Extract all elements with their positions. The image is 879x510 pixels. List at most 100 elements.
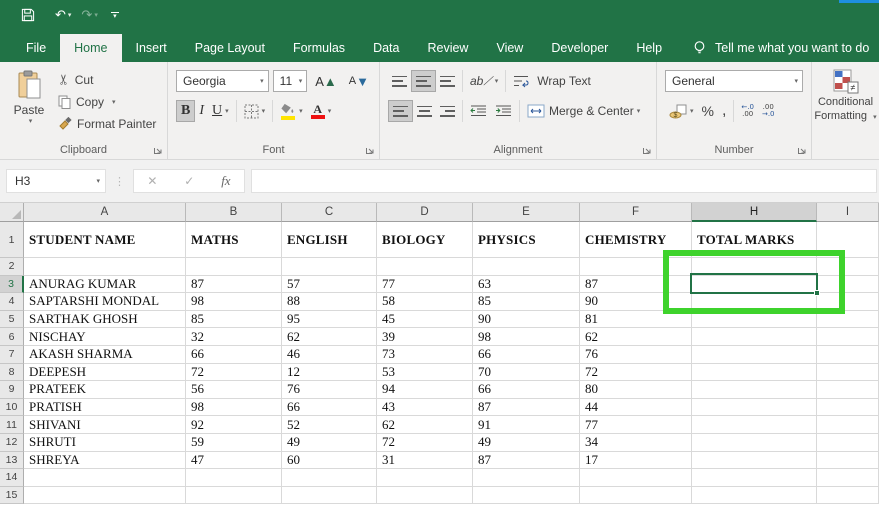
row-header-14[interactable]: 14 bbox=[0, 469, 24, 487]
column-header-F[interactable]: F bbox=[580, 203, 692, 222]
cell-E2[interactable] bbox=[473, 258, 580, 276]
copy-button[interactable]: Copy ▾ bbox=[58, 92, 156, 111]
cell-F13[interactable]: 17 bbox=[580, 452, 692, 470]
decrease-indent-button[interactable] bbox=[466, 100, 491, 122]
column-header-B[interactable]: B bbox=[186, 203, 282, 222]
cell-A12[interactable]: SHRUTI bbox=[24, 434, 186, 452]
cell-E5[interactable]: 90 bbox=[473, 311, 580, 329]
cell-E1[interactable]: PHYSICS bbox=[473, 222, 580, 258]
number-format-combo[interactable]: General ▾ bbox=[665, 70, 803, 92]
increase-font-size-button[interactable]: A▲ bbox=[311, 70, 341, 92]
cell-F11[interactable]: 77 bbox=[580, 416, 692, 434]
cell-D10[interactable]: 43 bbox=[377, 399, 473, 417]
column-header-H[interactable]: H bbox=[692, 203, 817, 222]
cell-I12[interactable] bbox=[817, 434, 879, 452]
cell-A14[interactable] bbox=[24, 469, 186, 487]
cell-A7[interactable]: AKASH SHARMA bbox=[24, 346, 186, 364]
cell-E8[interactable]: 70 bbox=[473, 364, 580, 382]
cell-E7[interactable]: 66 bbox=[473, 346, 580, 364]
alignment-dialog-launcher[interactable] bbox=[642, 145, 652, 155]
wrap-text-button[interactable] bbox=[509, 70, 533, 92]
cell-A13[interactable]: SHREYA bbox=[24, 452, 186, 470]
undo-button[interactable]: ↶▾ bbox=[52, 5, 74, 25]
cell-F7[interactable]: 76 bbox=[580, 346, 692, 364]
cell-C10[interactable]: 66 bbox=[282, 399, 377, 417]
cell-H10[interactable] bbox=[692, 399, 817, 417]
cell-D12[interactable]: 72 bbox=[377, 434, 473, 452]
underline-button[interactable]: U▾ bbox=[208, 100, 233, 122]
cell-A8[interactable]: DEEPESH bbox=[24, 364, 186, 382]
cell-E10[interactable]: 87 bbox=[473, 399, 580, 417]
row-header-10[interactable]: 10 bbox=[0, 399, 24, 417]
align-center-button[interactable] bbox=[413, 100, 436, 122]
cell-H6[interactable] bbox=[692, 328, 817, 346]
tab-file[interactable]: File bbox=[12, 34, 60, 62]
cell-B13[interactable]: 47 bbox=[186, 452, 282, 470]
cell-A6[interactable]: NISCHAY bbox=[24, 328, 186, 346]
cell-C12[interactable]: 49 bbox=[282, 434, 377, 452]
cell-D5[interactable]: 45 bbox=[377, 311, 473, 329]
cell-A11[interactable]: SHIVANI bbox=[24, 416, 186, 434]
redo-button[interactable]: ↷▾ bbox=[78, 5, 100, 25]
column-header-C[interactable]: C bbox=[282, 203, 377, 222]
cell-I14[interactable] bbox=[817, 469, 879, 487]
cell-D13[interactable]: 31 bbox=[377, 452, 473, 470]
cell-F12[interactable]: 34 bbox=[580, 434, 692, 452]
enter-button[interactable]: ✓ bbox=[184, 174, 194, 188]
cell-B9[interactable]: 56 bbox=[186, 381, 282, 399]
cell-D3[interactable]: 77 bbox=[377, 276, 473, 294]
wrap-text-label-wrap[interactable]: Wrap Text bbox=[533, 70, 595, 92]
cell-C1[interactable]: ENGLISH bbox=[282, 222, 377, 258]
percent-style-button[interactable]: % bbox=[698, 100, 718, 122]
row-header-3[interactable]: 3 bbox=[0, 276, 24, 294]
cell-H14[interactable] bbox=[692, 469, 817, 487]
cell-D1[interactable]: BIOLOGY bbox=[377, 222, 473, 258]
cell-E13[interactable]: 87 bbox=[473, 452, 580, 470]
cell-D11[interactable]: 62 bbox=[377, 416, 473, 434]
align-left-button[interactable] bbox=[388, 100, 413, 122]
cell-E14[interactable] bbox=[473, 469, 580, 487]
cell-E4[interactable]: 85 bbox=[473, 293, 580, 311]
cell-A1[interactable]: STUDENT NAME bbox=[24, 222, 186, 258]
cell-E12[interactable]: 49 bbox=[473, 434, 580, 452]
select-all-corner[interactable] bbox=[0, 203, 24, 222]
cell-B12[interactable]: 59 bbox=[186, 434, 282, 452]
cell-F6[interactable]: 62 bbox=[580, 328, 692, 346]
merge-center-button[interactable]: Merge & Center ▾ bbox=[523, 100, 644, 122]
row-header-7[interactable]: 7 bbox=[0, 346, 24, 364]
font-size-combo[interactable]: 11 ▾ bbox=[273, 70, 308, 92]
row-header-2[interactable]: 2 bbox=[0, 258, 24, 276]
name-box[interactable]: H3 ▾ bbox=[6, 169, 106, 193]
cell-B6[interactable]: 32 bbox=[186, 328, 282, 346]
cell-H8[interactable] bbox=[692, 364, 817, 382]
orientation-button[interactable]: ab⟋ ▾ bbox=[466, 70, 502, 92]
cell-I6[interactable] bbox=[817, 328, 879, 346]
insert-function-button[interactable]: fx bbox=[221, 173, 230, 189]
column-header-A[interactable]: A bbox=[24, 203, 186, 222]
font-color-button[interactable]: A ▾ bbox=[307, 100, 336, 122]
cell-F10[interactable]: 44 bbox=[580, 399, 692, 417]
cell-C3[interactable]: 57 bbox=[282, 276, 377, 294]
cell-I8[interactable] bbox=[817, 364, 879, 382]
format-painter-button[interactable]: Format Painter bbox=[58, 114, 156, 133]
bold-button[interactable]: B bbox=[176, 100, 195, 122]
row-header-4[interactable]: 4 bbox=[0, 293, 24, 311]
cell-A5[interactable]: SARTHAK GHOSH bbox=[24, 311, 186, 329]
row-header-5[interactable]: 5 bbox=[0, 311, 24, 329]
cell-H7[interactable] bbox=[692, 346, 817, 364]
cell-B7[interactable]: 66 bbox=[186, 346, 282, 364]
tab-home[interactable]: Home bbox=[60, 34, 121, 62]
cell-E9[interactable]: 66 bbox=[473, 381, 580, 399]
cell-D2[interactable] bbox=[377, 258, 473, 276]
cell-I11[interactable] bbox=[817, 416, 879, 434]
cell-A10[interactable]: PRATISH bbox=[24, 399, 186, 417]
cell-B11[interactable]: 92 bbox=[186, 416, 282, 434]
cell-B10[interactable]: 98 bbox=[186, 399, 282, 417]
row-header-12[interactable]: 12 bbox=[0, 434, 24, 452]
cell-I13[interactable] bbox=[817, 452, 879, 470]
column-header-E[interactable]: E bbox=[473, 203, 580, 222]
borders-button[interactable]: ▾ bbox=[240, 100, 270, 122]
cut-button[interactable]: ✂ Cut bbox=[58, 70, 156, 89]
cell-B5[interactable]: 85 bbox=[186, 311, 282, 329]
cell-B8[interactable]: 72 bbox=[186, 364, 282, 382]
